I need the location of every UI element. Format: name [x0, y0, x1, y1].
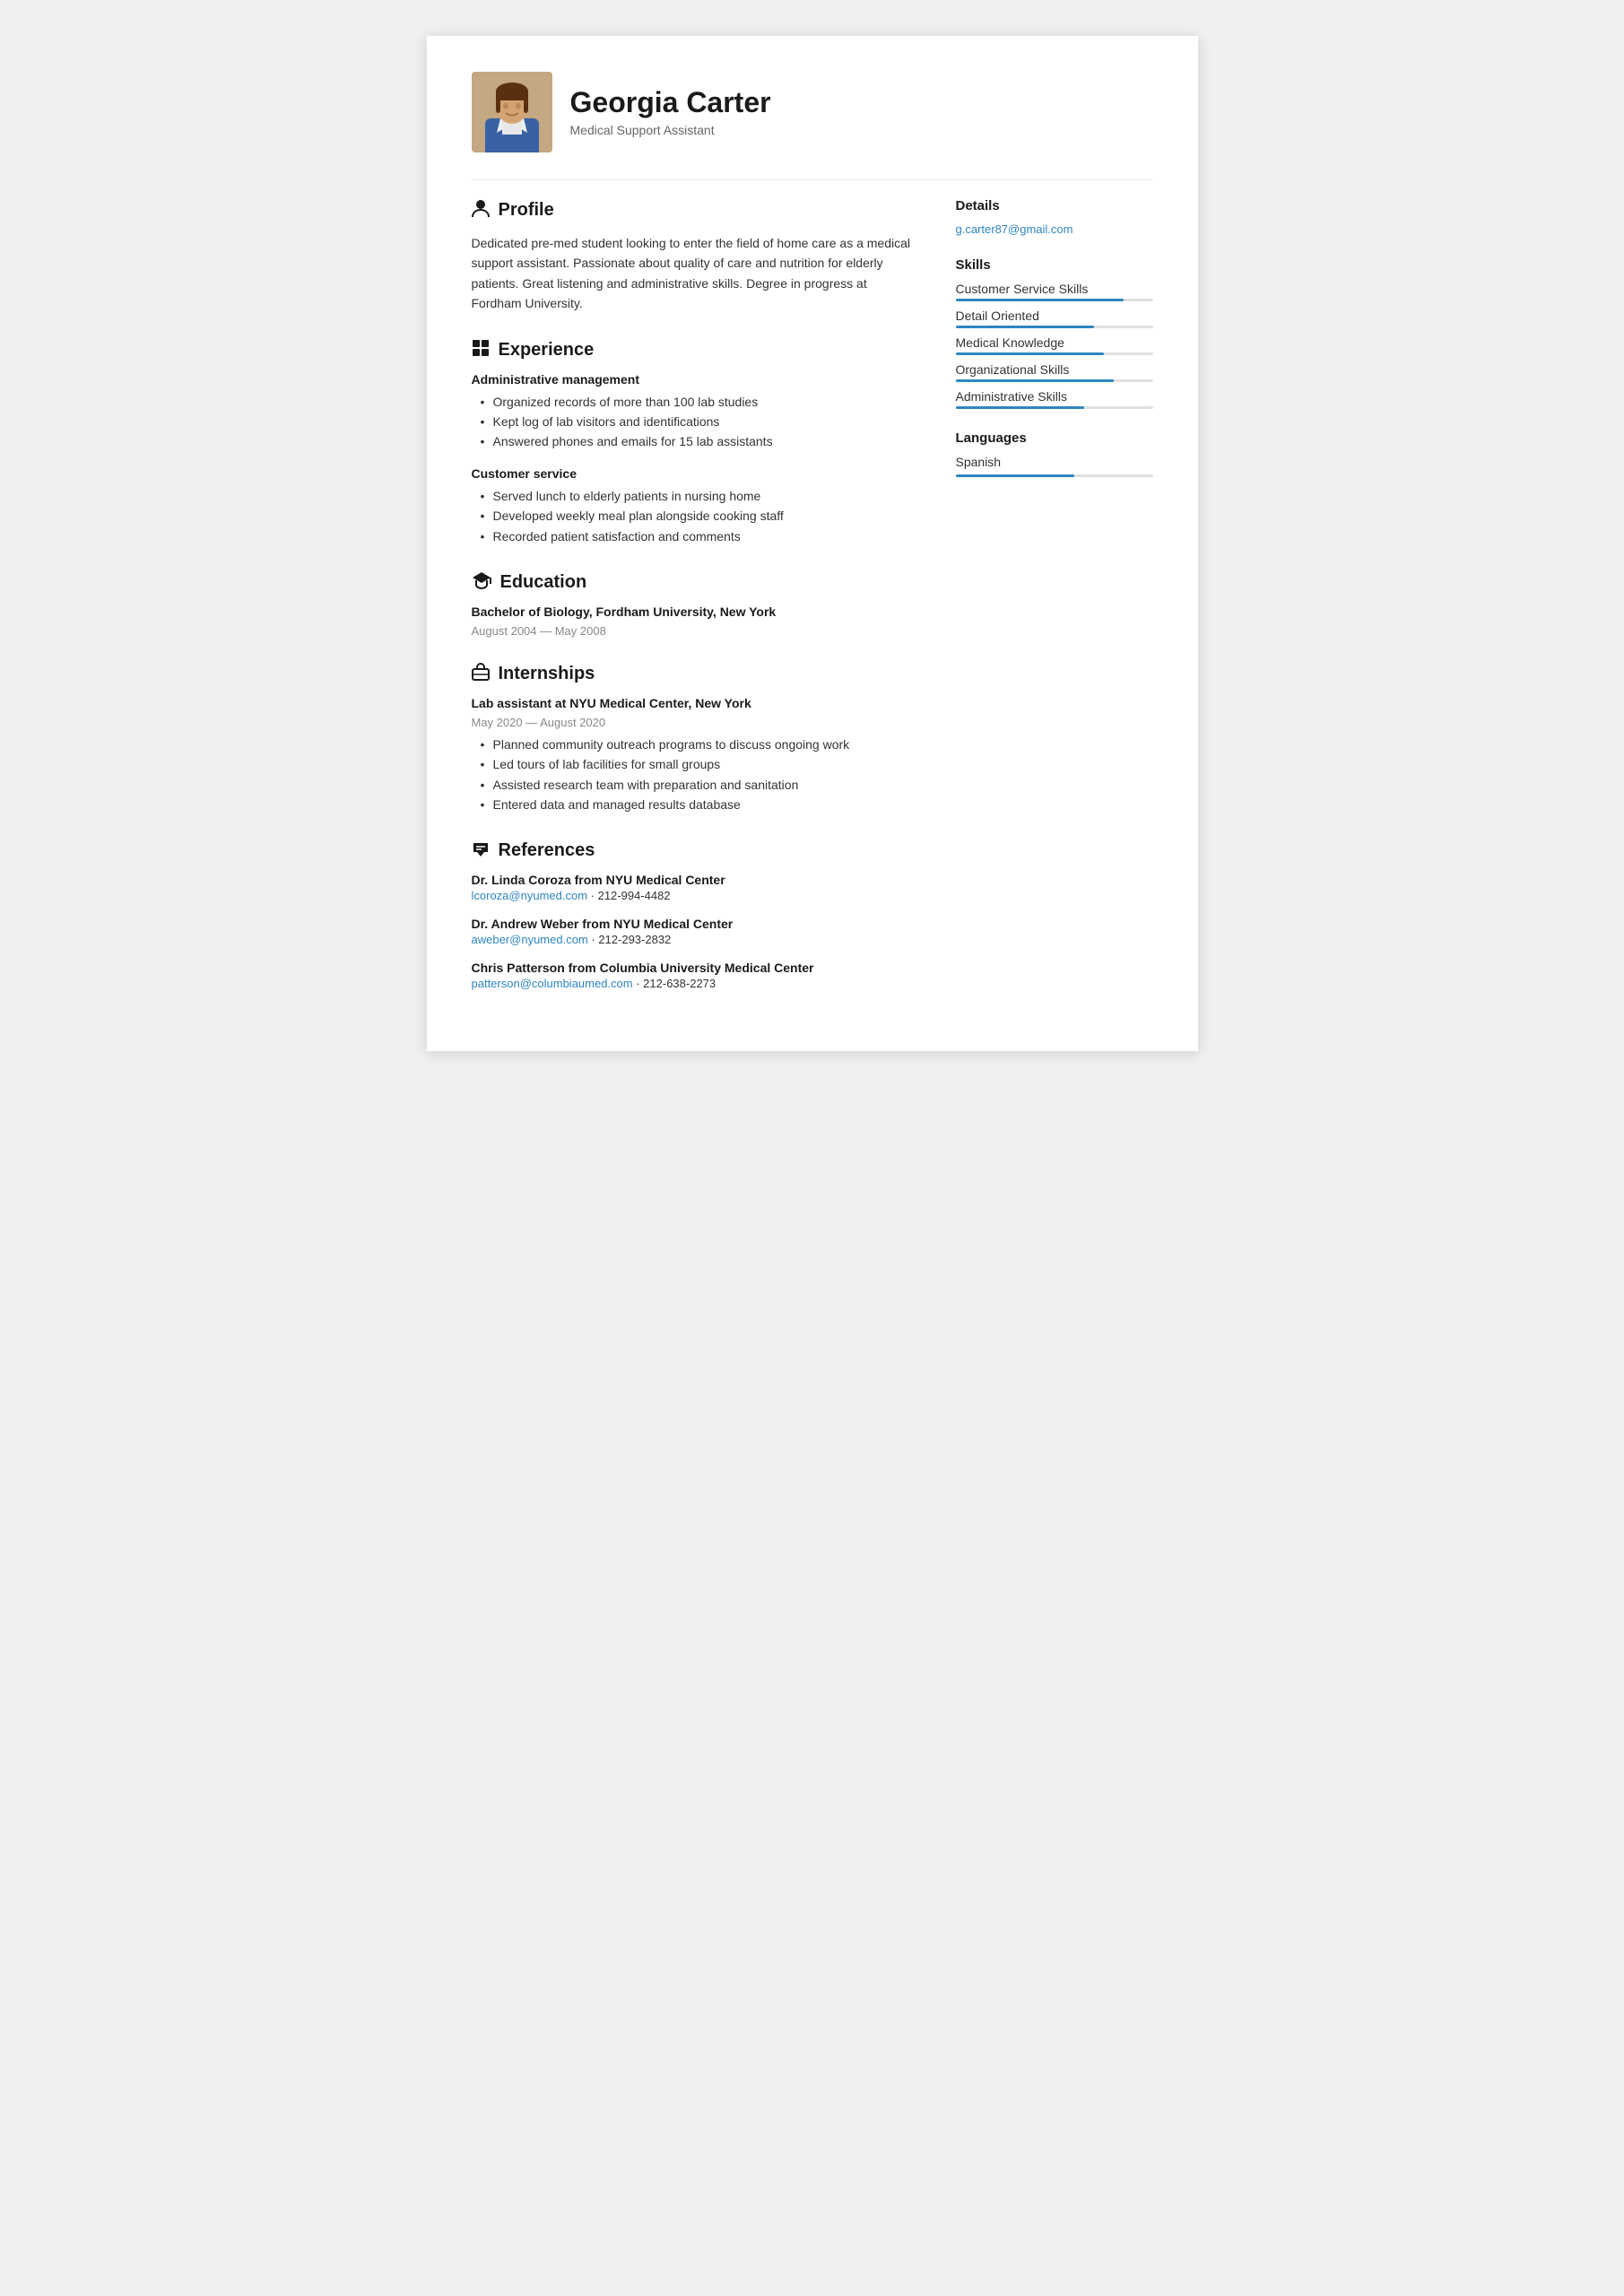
candidate-name: Georgia Carter — [570, 87, 771, 118]
list-item: Developed weekly meal plan alongside coo… — [481, 506, 920, 526]
internships-icon — [472, 663, 490, 685]
references-title: References — [472, 839, 920, 862]
job-title: Customer service — [472, 466, 920, 481]
internships-title: Internships — [472, 663, 920, 685]
job-title: Administrative management — [472, 372, 920, 387]
list-item: Planned community outreach programs to d… — [481, 735, 920, 754]
skill-item: Customer Service Skills — [956, 282, 1153, 301]
ref-contact: lcoroza@nyumed.com · 212-994-4482 — [472, 889, 920, 902]
education-dates: August 2004 — May 2008 — [472, 624, 920, 638]
skill-name: Medical Knowledge — [956, 335, 1153, 350]
resume-document: Georgia Carter Medical Support Assistant… — [427, 36, 1198, 1051]
education-title: Education — [472, 571, 920, 594]
ref-contact: aweber@nyumed.com · 212-293-2832 — [472, 933, 920, 946]
job-bullets: Organized records of more than 100 lab s… — [472, 392, 920, 452]
education-section: Education Bachelor of Biology, Fordham U… — [472, 571, 920, 638]
skill-bar-fill — [956, 326, 1094, 328]
list-item: Assisted research team with preparation … — [481, 775, 920, 795]
internship-bullets: Planned community outreach programs to d… — [472, 735, 920, 815]
internships-section: Internships Lab assistant at NYU Medical… — [472, 663, 920, 815]
skill-bar-bg — [956, 299, 1153, 301]
ref-email: aweber@nyumed.com — [472, 933, 588, 946]
experience-title: Experience — [472, 339, 920, 361]
contact-email: g.carter87@gmail.com — [956, 222, 1153, 236]
profile-title: Profile — [472, 198, 920, 222]
resume-header: Georgia Carter Medical Support Assistant — [472, 72, 1153, 152]
skill-bar-fill — [956, 299, 1124, 301]
internship-item: Lab assistant at NYU Medical Center, New… — [472, 696, 920, 815]
education-details: Bachelor of Biology, Fordham University,… — [472, 604, 920, 638]
skill-item: Organizational Skills — [956, 362, 1153, 382]
reference-item: Chris Patterson from Columbia University… — [472, 961, 920, 990]
internship-items: Lab assistant at NYU Medical Center, New… — [472, 696, 920, 815]
skill-name: Detail Oriented — [956, 309, 1153, 323]
skill-bar-bg — [956, 352, 1153, 355]
list-item: Led tours of lab facilities for small gr… — [481, 754, 920, 774]
reference-item: Dr. Linda Coroza from NYU Medical Center… — [472, 873, 920, 902]
left-column: Profile Dedicated pre-med student lookin… — [472, 198, 920, 1015]
list-item: Answered phones and emails for 15 lab as… — [481, 431, 920, 451]
main-content: Profile Dedicated pre-med student lookin… — [472, 198, 1153, 1015]
ref-name: Dr. Andrew Weber from NYU Medical Center — [472, 917, 920, 931]
experience-job: Administrative management Organized recor… — [472, 372, 920, 452]
ref-contact: patterson@columbiaumed.com · 212-638-227… — [472, 977, 920, 990]
list-item: Organized records of more than 100 lab s… — [481, 392, 920, 412]
education-degree: Bachelor of Biology, Fordham University,… — [472, 604, 920, 619]
experience-job: Customer service Served lunch to elderly … — [472, 466, 920, 546]
lang-bar-bg — [956, 474, 1153, 477]
candidate-title: Medical Support Assistant — [570, 123, 771, 137]
internship-title: Lab assistant at NYU Medical Center, New… — [472, 696, 920, 710]
ref-email: patterson@columbiaumed.com — [472, 977, 633, 990]
details-section: Details g.carter87@gmail.com — [956, 198, 1153, 236]
skill-bar-fill — [956, 352, 1104, 355]
skill-bar-bg — [956, 379, 1153, 382]
experience-jobs: Administrative management Organized recor… — [472, 372, 920, 546]
profile-section: Profile Dedicated pre-med student lookin… — [472, 198, 920, 314]
skill-name: Organizational Skills — [956, 362, 1153, 377]
skill-items: Customer Service Skills Detail Oriented Me… — [956, 282, 1153, 409]
avatar — [472, 72, 552, 152]
language-item: Spanish — [956, 455, 1153, 477]
experience-section: Experience Administrative management Orga… — [472, 339, 920, 546]
details-title: Details — [956, 198, 1153, 213]
list-item: Recorded patient satisfaction and commen… — [481, 526, 920, 546]
references-section: References Dr. Linda Coroza from NYU Med… — [472, 839, 920, 990]
header-info: Georgia Carter Medical Support Assistant — [570, 87, 771, 136]
experience-icon — [472, 339, 490, 361]
ref-name: Chris Patterson from Columbia University… — [472, 961, 920, 975]
internship-dates: May 2020 — August 2020 — [472, 716, 920, 729]
skills-title: Skills — [956, 257, 1153, 273]
language-name: Spanish — [956, 455, 1153, 469]
skill-bar-fill — [956, 406, 1084, 409]
skill-bar-fill — [956, 379, 1114, 382]
languages-title: Languages — [956, 430, 1153, 446]
reference-item: Dr. Andrew Weber from NYU Medical Center… — [472, 917, 920, 946]
job-bullets: Served lunch to elderly patients in nurs… — [472, 486, 920, 546]
skill-item: Detail Oriented — [956, 309, 1153, 328]
references-icon — [472, 839, 490, 862]
lang-bar-fill — [956, 474, 1074, 477]
list-item: Entered data and managed results databas… — [481, 795, 920, 814]
list-item: Served lunch to elderly patients in nurs… — [481, 486, 920, 506]
skill-bar-bg — [956, 406, 1153, 409]
ref-email: lcoroza@nyumed.com — [472, 889, 588, 902]
reference-items: Dr. Linda Coroza from NYU Medical Center… — [472, 873, 920, 990]
profile-icon — [472, 198, 490, 222]
list-item: Kept log of lab visitors and identificat… — [481, 412, 920, 431]
skill-name: Administrative Skills — [956, 389, 1153, 404]
skill-name: Customer Service Skills — [956, 282, 1153, 296]
skill-item: Medical Knowledge — [956, 335, 1153, 355]
skill-item: Administrative Skills — [956, 389, 1153, 409]
languages-section: Languages Spanish — [956, 430, 1153, 477]
profile-text: Dedicated pre-med student looking to ent… — [472, 233, 920, 314]
ref-name: Dr. Linda Coroza from NYU Medical Center — [472, 873, 920, 887]
header-divider — [472, 179, 1153, 180]
language-items: Spanish — [956, 455, 1153, 477]
skill-bar-bg — [956, 326, 1153, 328]
education-icon — [472, 571, 491, 594]
right-column: Details g.carter87@gmail.com Skills Cust… — [956, 198, 1153, 1015]
skills-section: Skills Customer Service Skills Detail Ori… — [956, 257, 1153, 409]
